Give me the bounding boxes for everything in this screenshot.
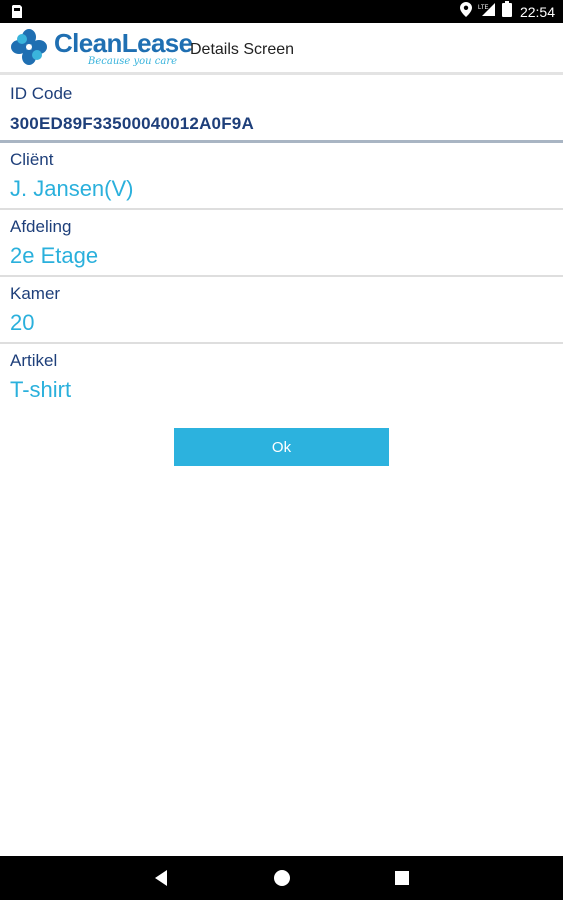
ok-button[interactable]: Ok	[174, 428, 389, 466]
signal-icon: LTE	[478, 2, 496, 22]
back-icon[interactable]	[152, 868, 172, 888]
field-label-id-code: ID Code	[10, 84, 73, 103]
field-value-id-code: 300ED89F33500040012A0F9A	[10, 114, 254, 133]
details-screen: LTE 22:54 CleanLease Because you care De…	[0, 0, 563, 900]
cleanlease-logo: CleanLease Because you care	[10, 26, 193, 72]
field-value-artikel: T-shirt	[10, 377, 72, 402]
logo-text: CleanLease	[54, 28, 193, 58]
divider	[0, 208, 563, 210]
field-label-artikel: Artikel	[10, 351, 58, 370]
status-icons: LTE 22:54	[459, 0, 555, 23]
field-value-afdeling: 2e Etage	[10, 243, 99, 268]
page-title: Details Screen	[190, 41, 295, 58]
field-label-client: Cliënt	[10, 150, 54, 169]
status-time: 22:54	[519, 3, 555, 20]
field-value-kamer: 20	[10, 310, 35, 335]
field-value-client: J. Jansen(V)	[10, 176, 134, 201]
recents-icon[interactable]	[392, 868, 412, 888]
location-icon	[459, 1, 472, 22]
sim-card-icon	[10, 4, 24, 19]
svg-text:LTE: LTE	[478, 5, 489, 11]
battery-icon	[501, 1, 512, 22]
status-bar: LTE 22:54	[0, 0, 563, 23]
divider	[0, 275, 563, 277]
divider	[0, 342, 563, 344]
divider	[0, 140, 563, 143]
field-label-afdeling: Afdeling	[10, 217, 72, 236]
logo-tagline: Because you care	[88, 56, 178, 67]
home-icon[interactable]	[272, 868, 292, 888]
logo-mark-icon	[10, 28, 48, 66]
app-header: CleanLease Because you care Details Scre…	[0, 23, 563, 75]
field-label-kamer: Kamer	[10, 284, 61, 303]
navigation-bar	[0, 856, 563, 900]
